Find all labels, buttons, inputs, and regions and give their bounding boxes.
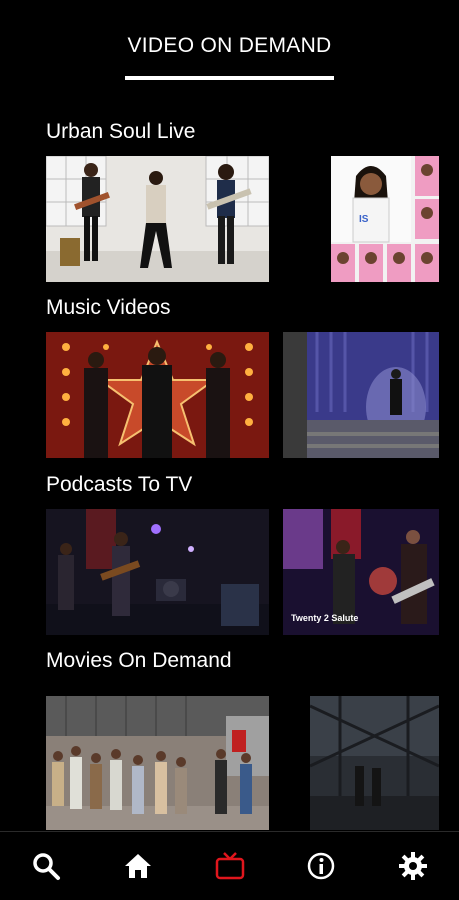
video-thumbnail-trio-stage[interactable] <box>46 332 269 458</box>
section-title: Urban Soul Live <box>46 120 196 143</box>
bottom-tab-bar <box>0 831 459 900</box>
info-icon <box>306 851 336 886</box>
section-title: Podcasts To TV <box>46 473 193 496</box>
tile-caption: Twenty 2 Salute <box>291 613 359 623</box>
video-thumbnail-street-crowd[interactable] <box>46 696 269 830</box>
thumbnail-row[interactable] <box>0 332 459 458</box>
title-underline <box>125 76 334 80</box>
tab-settings[interactable] <box>395 850 431 886</box>
tab-home[interactable] <box>120 850 156 886</box>
tab-search[interactable] <box>28 850 64 886</box>
section-title: Movies On Demand <box>46 649 232 672</box>
section-title: Music Videos <box>46 296 171 319</box>
gear-icon <box>398 851 428 886</box>
home-icon <box>123 851 153 886</box>
video-thumbnail-band-live[interactable]: Twenty 2 Salute <box>283 509 439 635</box>
video-thumbnail-band-studio[interactable] <box>46 156 269 282</box>
video-thumbnail-vocal-group[interactable]: IS <box>331 156 439 282</box>
section-music-videos: Music Videos <box>0 296 459 466</box>
section-urban-soul-live: Urban Soul Live IS <box>0 120 459 290</box>
header: VIDEO ON DEMAND <box>0 0 459 90</box>
svg-text:IS: IS <box>359 214 369 225</box>
video-thumbnail-singer-spotlight[interactable] <box>283 332 439 458</box>
page-title: VIDEO ON DEMAND <box>127 34 332 57</box>
tab-info[interactable] <box>303 850 339 886</box>
video-thumbnail-dark-bridge[interactable] <box>310 696 439 830</box>
search-icon <box>31 851 61 886</box>
tab-tv[interactable] <box>212 850 248 886</box>
section-podcasts-to-tv: Podcasts To TV Twenty 2 Salute <box>0 473 459 643</box>
thumbnail-row[interactable]: IS <box>0 156 459 282</box>
video-thumbnail-band-dark-stage[interactable] <box>46 509 269 635</box>
tv-icon <box>215 851 245 886</box>
thumbnail-row[interactable]: Twenty 2 Salute <box>0 509 459 635</box>
thumbnail-row[interactable] <box>0 696 459 830</box>
section-movies-on-demand: Movies On Demand <box>0 649 459 834</box>
